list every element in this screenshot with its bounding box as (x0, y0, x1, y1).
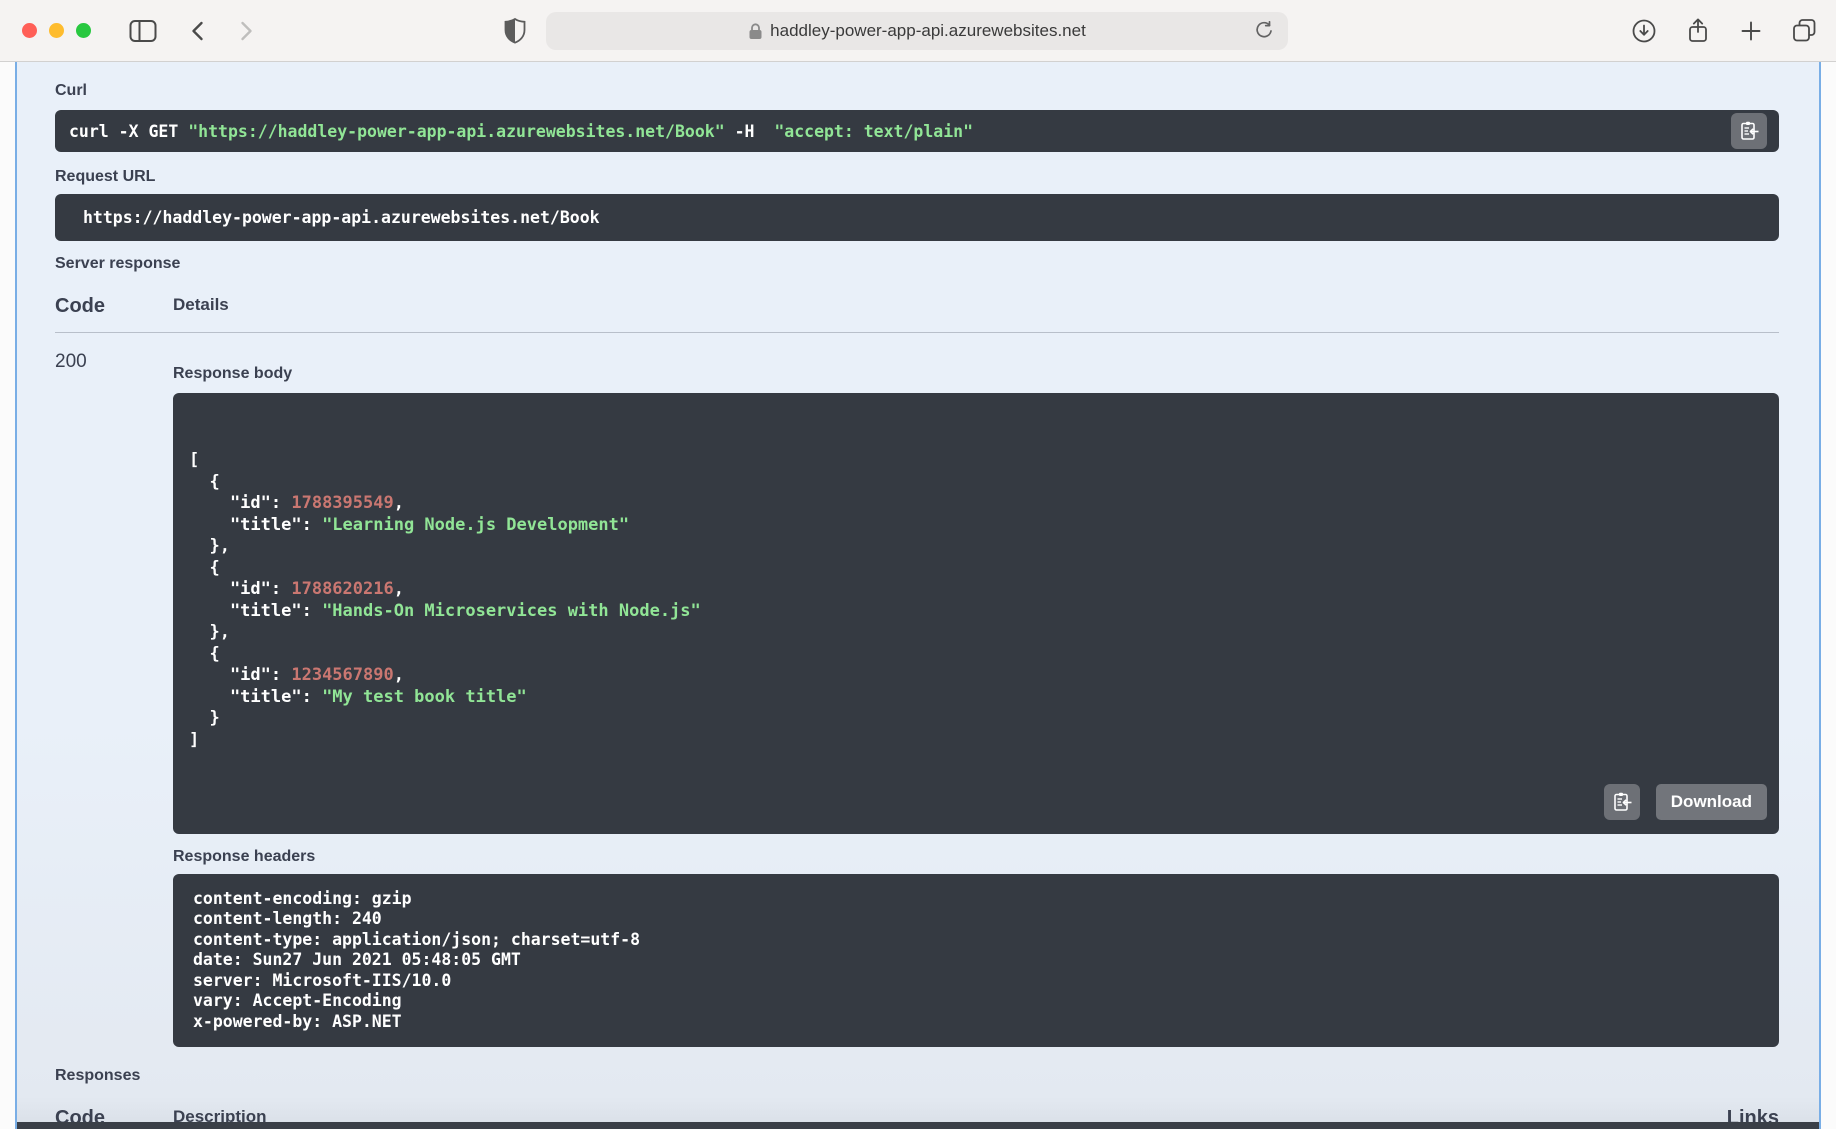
sidebar-toggle-icon[interactable] (129, 19, 157, 43)
details-header: Details (173, 295, 229, 314)
response-body-label: Response body (173, 365, 293, 382)
response-headers-label: Response headers (173, 847, 316, 865)
response-body-code: [ { "id": 1788395549, "title": "Learning… (189, 450, 701, 750)
address-bar[interactable]: haddley-power-app-api.azurewebsites.net (546, 12, 1288, 50)
minimize-window-button[interactable] (49, 23, 64, 38)
close-window-button[interactable] (22, 23, 37, 38)
forward-icon[interactable] (235, 19, 257, 43)
server-response-table-header: Code Details (55, 295, 1779, 333)
response-body-panel: [ { "id": 1788395549, "title": "Learning… (173, 393, 1779, 834)
curl-command: curl -X GET "https://haddley-power-app-a… (69, 121, 974, 141)
address-url: haddley-power-app-api.azurewebsites.net (770, 21, 1086, 40)
zoom-window-button[interactable] (76, 23, 91, 38)
privacy-shield-icon[interactable] (502, 17, 528, 45)
response-headers-panel: content-encoding: gzip content-length: 24… (173, 873, 1779, 1047)
curl-label: Curl (55, 82, 87, 99)
tab-overview-icon[interactable] (1791, 17, 1818, 44)
download-button[interactable]: Download (1655, 783, 1767, 820)
browser-toolbar: haddley-power-app-api.azurewebsites.net (0, 0, 1836, 62)
share-icon[interactable] (1685, 17, 1711, 45)
swagger-opblock: Curl curl -X GET "https://haddley-power-… (15, 62, 1821, 1129)
copy-curl-button[interactable] (1731, 113, 1767, 149)
next-section-edge (17, 1122, 1819, 1129)
server-response-label: Server response (55, 255, 181, 272)
window-controls (22, 23, 91, 38)
request-url-value: https://haddley-power-app-api.azurewebsi… (55, 194, 1779, 241)
curl-command-bar: curl -X GET "https://haddley-power-app-a… (55, 110, 1779, 152)
new-tab-icon[interactable] (1739, 19, 1763, 43)
page-background: Curl curl -X GET "https://haddley-power-… (0, 62, 1836, 1129)
request-url-label: Request URL (55, 168, 156, 185)
lock-icon (748, 22, 763, 40)
reload-icon[interactable] (1254, 21, 1274, 41)
downloads-icon[interactable] (1631, 18, 1657, 44)
code-header: Code (55, 295, 105, 317)
copy-response-button[interactable] (1603, 783, 1640, 820)
status-code: 200 (55, 351, 87, 372)
responses-label: Responses (55, 1067, 141, 1084)
server-response-row: 200 Response body [ { "id": 1788395549, … (55, 351, 1779, 1047)
back-icon[interactable] (187, 19, 209, 43)
